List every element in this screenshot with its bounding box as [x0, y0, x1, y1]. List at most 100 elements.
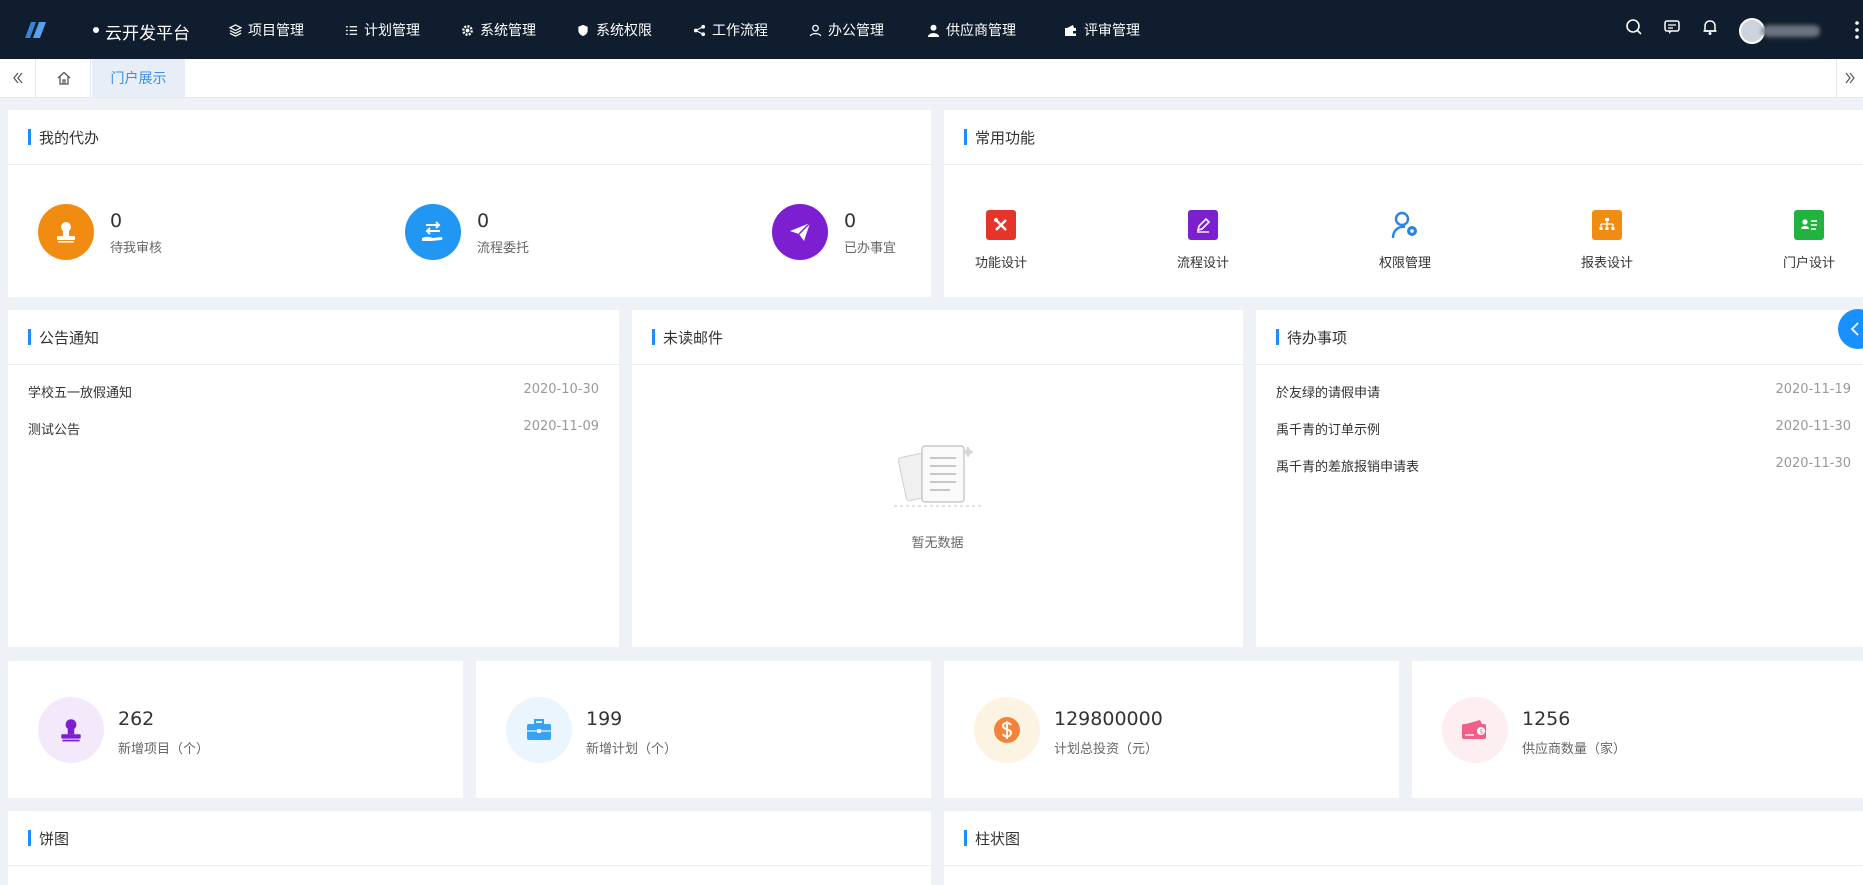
nav-project[interactable]: 项目管理: [228, 20, 304, 40]
pending-row[interactable]: 禹千青的差旅报销申请表 2020-11-30: [1276, 456, 1851, 476]
username-blurred[interactable]: [1762, 25, 1820, 37]
notice-row[interactable]: 测试公告 2020-11-09: [28, 419, 599, 439]
nav-review[interactable]: 评审管理: [1064, 20, 1140, 40]
nav-office[interactable]: 办公管理: [808, 20, 884, 40]
nav-label: 系统管理: [480, 23, 536, 39]
nav-supplier[interactable]: 供应商管理: [926, 20, 1016, 40]
notice-date: 2020-11-09: [523, 419, 599, 434]
func-label: 权限管理: [1378, 256, 1431, 271]
toolbox-icon: [506, 697, 572, 763]
user-key-icon: [1390, 210, 1420, 240]
person-icon: [926, 23, 940, 37]
nav-label: 工作流程: [712, 23, 768, 39]
pending-date: 2020-11-30: [1775, 419, 1851, 434]
pending-title[interactable]: 禹千青的订单示例: [1276, 419, 1380, 439]
stat-value: 262: [118, 708, 155, 730]
user-icon: [808, 23, 822, 37]
pending-title[interactable]: 於友绿的请假申请: [1276, 382, 1380, 402]
list-icon: [344, 23, 358, 37]
func-portal-design[interactable]: 门户设计: [1769, 210, 1849, 271]
wallet-icon: [1064, 23, 1078, 37]
stat-value: 199: [586, 708, 623, 730]
title-accent-bar: [28, 830, 31, 846]
notice-card: 公告通知 学校五一放假通知 2020-10-30 测试公告 2020-11-09: [8, 310, 619, 647]
func-feature-design[interactable]: 功能设计: [961, 210, 1041, 271]
card-title: 柱状图: [975, 829, 1021, 848]
card-title: 饼图: [39, 829, 70, 848]
pending-date: 2020-11-19: [1775, 382, 1851, 397]
title-accent-bar: [964, 129, 967, 145]
nav-permission[interactable]: 系统权限: [576, 20, 652, 40]
nav-label: 计划管理: [364, 23, 420, 39]
logo-mark-icon: [25, 22, 46, 38]
empty-state: 暂无数据: [878, 440, 998, 551]
home-tab[interactable]: [37, 59, 91, 97]
common-functions-card: 常用功能 功能设计 流程设计 权限管理 报表设计 门户设计: [944, 110, 1863, 297]
notice-row[interactable]: 学校五一放假通知 2020-10-30: [28, 382, 599, 402]
home-icon: [57, 71, 70, 85]
stat-label: 计划总投资（元）: [1054, 742, 1159, 757]
tab-scroll-right-icon[interactable]: [1836, 59, 1863, 97]
search-icon[interactable]: [1625, 18, 1643, 40]
bell-icon[interactable]: [1701, 18, 1719, 40]
nav-plan[interactable]: 计划管理: [344, 20, 420, 40]
card-title: 常用功能: [975, 128, 1036, 147]
pending-row[interactable]: 禹千青的订单示例 2020-11-30: [1276, 419, 1851, 439]
notice-title[interactable]: 学校五一放假通知: [28, 382, 132, 402]
card-title: 我的代办: [39, 128, 100, 147]
empty-text: 暂无数据: [911, 536, 964, 551]
my-todo-card: 我的代办 0 待我审核 0 流程委托 0 已办事宜: [8, 110, 931, 297]
empty-document-icon: [893, 445, 982, 507]
bar-chart-card: 柱状图: [944, 811, 1863, 885]
more-vertical-icon[interactable]: [1855, 20, 1859, 40]
chevron-left-icon: [1850, 322, 1859, 336]
org-chart-icon: [1592, 210, 1622, 240]
title-accent-bar: [652, 329, 655, 345]
edit-icon: [1188, 210, 1218, 240]
card-header: 公告通知: [8, 310, 619, 365]
func-report-design[interactable]: 报表设计: [1567, 210, 1647, 271]
stat-value: 129800000: [1054, 708, 1163, 730]
pie-chart-card: 饼图: [8, 811, 931, 885]
transfer-icon: [405, 204, 461, 260]
nav-system[interactable]: 系统管理: [460, 20, 536, 40]
nav-label: 系统权限: [596, 23, 652, 39]
tab-scroll-left-icon[interactable]: [0, 59, 36, 97]
stamp-icon: [38, 204, 94, 260]
brand-dot: [93, 27, 99, 33]
todo-label: 流程委托: [477, 240, 530, 256]
card-header: 柱状图: [944, 811, 1863, 866]
nav-label: 办公管理: [828, 23, 884, 39]
func-label: 功能设计: [974, 256, 1027, 271]
stat-label: 新增计划（个）: [586, 742, 678, 757]
logo[interactable]: [22, 18, 82, 42]
func-label: 流程设计: [1176, 256, 1229, 271]
title-accent-bar: [964, 830, 967, 846]
func-process-design[interactable]: 流程设计: [1163, 210, 1243, 271]
id-card-icon: [1794, 210, 1824, 240]
stat-card-investment: 129800000 计划总投资（元）: [944, 661, 1399, 798]
todo-delegation[interactable]: 0 流程委托: [405, 204, 529, 260]
unread-mail-card: 未读邮件 暂无数据: [632, 310, 1243, 647]
nav-workflow[interactable]: 工作流程: [692, 20, 768, 40]
stat-value: 1256: [1522, 708, 1571, 730]
pending-items-card: 待办事项 於友绿的请假申请 2020-11-19 禹千青的订单示例 2020-1…: [1256, 310, 1863, 647]
tab-portal[interactable]: 门户展示: [92, 59, 185, 97]
layers-icon: [228, 23, 242, 37]
gear-icon: [460, 23, 474, 37]
tools-icon: [986, 210, 1016, 240]
func-permission[interactable]: 权限管理: [1365, 210, 1445, 271]
todo-pending-review[interactable]: 0 待我审核: [38, 204, 162, 260]
todo-label: 待我审核: [110, 240, 163, 256]
top-navbar: 云开发平台 项目管理 计划管理 系统管理 系统权限 工作流程 办公管理 供应商管…: [0, 0, 1863, 59]
pending-row[interactable]: 於友绿的请假申请 2020-11-19: [1276, 382, 1851, 402]
stat-card-plans: 199 新增计划（个）: [476, 661, 931, 798]
stat-label: 新增项目（个）: [118, 742, 210, 757]
pending-title[interactable]: 禹千青的差旅报销申请表: [1276, 456, 1419, 476]
pending-date: 2020-11-30: [1775, 456, 1851, 471]
message-icon[interactable]: [1663, 18, 1681, 40]
notice-title[interactable]: 测试公告: [28, 419, 80, 439]
todo-count: 0: [110, 209, 123, 232]
todo-done[interactable]: 0 已办事宜: [772, 204, 896, 260]
card-title: 未读邮件: [663, 328, 724, 347]
